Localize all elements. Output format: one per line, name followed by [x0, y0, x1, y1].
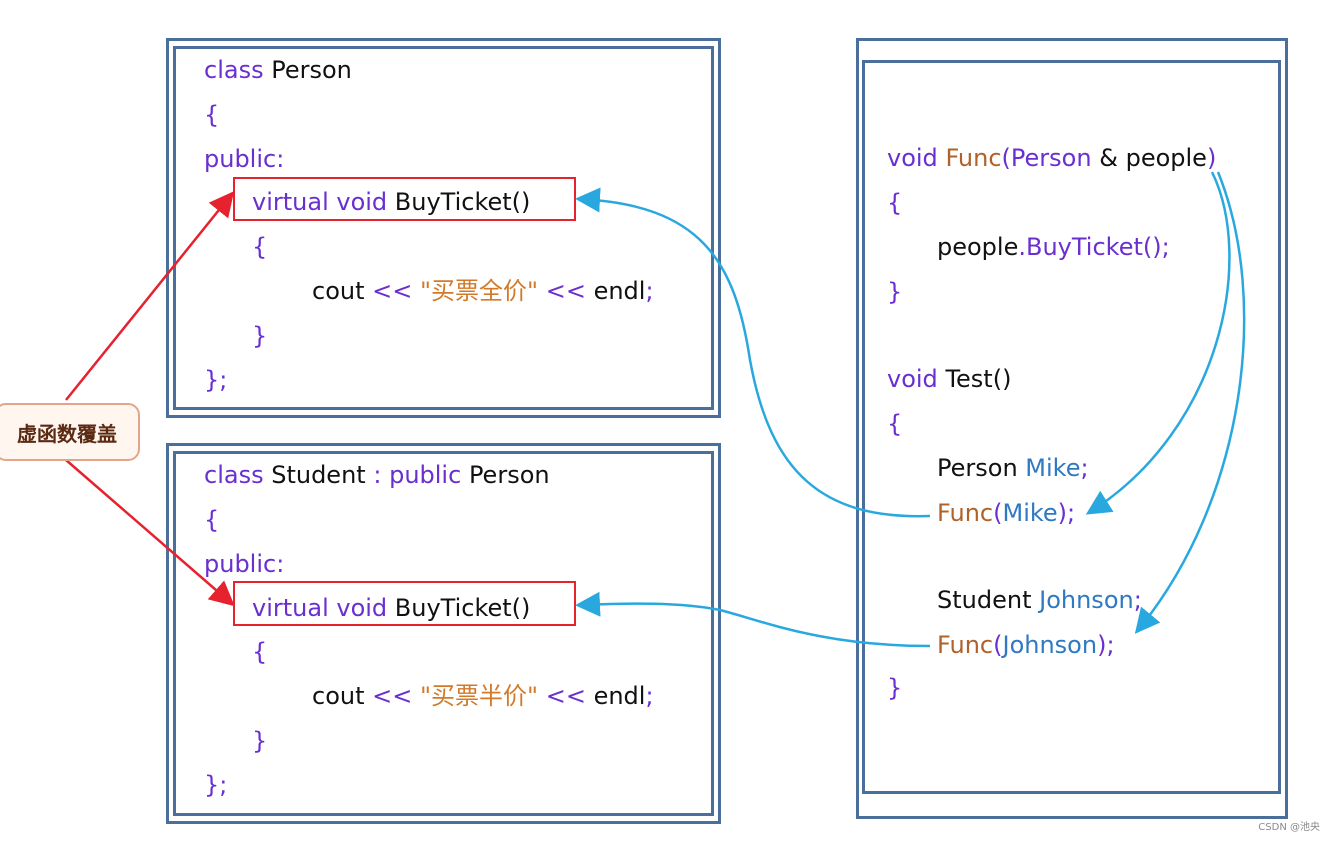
arrow-layer	[65, 171, 1246, 648]
arrow-badge-to-person-method	[65, 191, 235, 401]
arrow-johnson-to-student-buyticket	[575, 591, 931, 648]
arrow-badge-to-student-method	[65, 459, 235, 607]
arrow-mike-to-person-buyticket	[575, 187, 931, 518]
arrow-people-to-mike-call	[1085, 171, 1231, 515]
virtual-override-badge: 虚函数覆盖	[0, 403, 140, 461]
watermark-text: CSDN @池央	[1258, 822, 1320, 833]
